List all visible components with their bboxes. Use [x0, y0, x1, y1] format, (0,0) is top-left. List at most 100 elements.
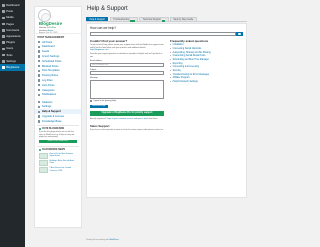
plugin-nav-label: Posting Rules — [41, 74, 58, 78]
rate-box: RATE BLOGDESIRE If you like this plugin … — [37, 125, 79, 145]
privacy-checkbox-label: I agree to the privacy policy — [93, 99, 117, 102]
statistics-icon — [38, 100, 41, 104]
open-ticket-link[interactable]: open a ticket — [138, 118, 149, 120]
plugin-nav-list-secondary: Statistics Settings Help & Support Upgrade … — [35, 100, 81, 124]
faq-label: Helpful Network Settings — [172, 81, 198, 84]
scheduled-posts-icon — [38, 60, 41, 63]
page-title: Help & Support — [87, 6, 128, 12]
wp-menu-label: Settings — [6, 59, 16, 63]
plugin-nav-label: All Posts — [41, 40, 53, 44]
rate-text: If you like this plugin please rate us w… — [39, 131, 75, 138]
chevron-right-icon: ▸ — [170, 81, 171, 84]
media-icon — [2, 16, 5, 20]
news-title[interactable]: 5 Best Sources for Curated Content in 20… — [50, 167, 78, 172]
faq-heading: Frequently asked questions — [170, 38, 209, 43]
help-support-icon — [38, 110, 41, 113]
wp-menu-label: Plugins — [6, 41, 16, 45]
plugin-nav-label: Knowledge Base — [41, 119, 62, 123]
upgrade-promo-banner[interactable]: Upgrade to BlogDesire Pro for priority s… — [90, 110, 164, 116]
email-field[interactable]: you@example.com — [90, 62, 164, 67]
news-title[interactable]: Building a Niche Site with Auto Posts — [50, 160, 78, 165]
appearance-icon — [2, 35, 5, 38]
news-item[interactable]: Building a Niche Site with Auto Posts — [39, 160, 78, 167]
contact-email-link[interactable]: help@blogdesire.com — [90, 49, 108, 51]
tab-technical-support[interactable]: Technical SupportPro — [139, 17, 169, 23]
wp-menu-label: Dashboard — [6, 4, 20, 8]
tab-help-support[interactable]: Help & Support — [86, 17, 109, 21]
wp-menu-item-blogdesire[interactable]: BlogDesire — [0, 64, 25, 71]
wp-menu-label: Posts — [6, 10, 13, 14]
faq-list: ▸ Installation ▸ Connecting Social Networks… — [170, 44, 243, 85]
tab-step-by-step-guide[interactable]: Step by Step Guide — [170, 17, 197, 21]
tab-troubleshooting[interactable]: TroubleshootingNew — [109, 17, 138, 23]
import-settings-icon — [38, 55, 41, 58]
plugin-nav-label: Scheduled Posts — [41, 59, 62, 63]
contact-text-2: Describe your support question as detail… — [90, 53, 163, 58]
plugin-nav-label: Post Templates — [41, 69, 60, 73]
privacy-checkbox[interactable] — [90, 99, 93, 103]
plugin-nav-label: Help & Support — [41, 110, 61, 114]
login-link[interactable]: Login to your customer account — [107, 118, 133, 120]
wordpress-link[interactable]: WordPress — [109, 239, 118, 241]
news-list: How to Fix the Most Common Import Errors… — [39, 152, 78, 174]
wp-menu: Dashboard Posts Media Pages Comments Appearan… — [0, 3, 25, 71]
tab-label: Step by Step Guide — [173, 19, 194, 21]
tab-label: Technical Support — [142, 19, 161, 21]
wp-menu-label: Appearance — [6, 35, 21, 39]
message-textarea[interactable] — [90, 79, 164, 99]
email-label: Email address — [90, 60, 102, 63]
privacy-checkbox-row[interactable]: I agree to the privacy policy — [90, 99, 164, 103]
sales-heading: Sales Support — [90, 124, 110, 129]
search-input[interactable] — [90, 31, 236, 36]
plugin-nav-label: Upgrade & License — [41, 115, 65, 119]
news-item[interactable]: How to Fix the Most Common Import Errors — [39, 152, 78, 159]
pages-icon — [2, 22, 5, 26]
plugin-brand: BlogDesire Version 1.6.5 Pro License: Ac… — [35, 7, 81, 34]
notifications-icon — [38, 93, 41, 97]
feeds-icon — [38, 50, 41, 53]
subject-label: Subject — [90, 68, 97, 71]
wp-menu-label: Comments — [6, 28, 20, 32]
knowledge-base-icon — [38, 120, 41, 123]
admin-footer: Thank you for creating with WordPress. — [86, 239, 120, 241]
tab-badge: Pro — [161, 20, 166, 23]
plugin-nav-label: Log Files — [41, 78, 53, 82]
rate-heading: RATE BLOGDESIRE — [42, 127, 65, 130]
subject-field[interactable] — [90, 71, 164, 76]
dashboard-icon — [38, 45, 41, 49]
news-item[interactable]: 5 Best Sources for Curated Content in 20… — [39, 167, 78, 174]
main-content: Help & Support Help & Support Troubleshoo… — [86, 6, 247, 199]
dashboard-icon — [2, 4, 5, 7]
news-box: BLOGDESIRE NEWS How to Fix the Most Comm… — [37, 146, 79, 175]
news-thumbnail — [39, 152, 48, 159]
wp-menu-label: Users — [6, 47, 14, 51]
send-message-button[interactable]: Send Message — [90, 104, 108, 109]
help-heading: How can we help? — [90, 26, 117, 31]
news-icon — [39, 149, 42, 152]
plugin-nav-label: Blocked Posts — [41, 64, 59, 68]
posting-rules-icon — [38, 74, 41, 77]
account-links: Already registered? Login to your custom… — [90, 117, 158, 120]
faq-item-helpful-network-settings[interactable]: ▸ Helpful Network Settings — [170, 81, 243, 85]
search-button[interactable] — [236, 31, 243, 36]
settings-icon — [38, 105, 41, 109]
blocked-posts-icon — [38, 64, 41, 68]
categories-icon — [38, 88, 41, 92]
tab-badge: New — [130, 20, 135, 23]
tab-label: Troubleshooting — [113, 19, 130, 21]
plugin-navigation: BlogDesire Version 1.6.5 Pro License: Ac… — [34, 6, 82, 228]
post-templates-icon — [38, 69, 41, 73]
news-heading: BLOGDESIRE NEWS — [42, 149, 66, 152]
search-icon — [238, 32, 241, 36]
sales-support: Sales Support If you have a sales questi… — [90, 124, 164, 132]
faq-section: Frequently asked questions ▸ Installation… — [170, 39, 243, 134]
news-title[interactable]: How to Fix the Most Common Import Errors — [50, 153, 78, 158]
blogdesire-icon — [2, 66, 5, 69]
plugin-nav-knowledge-base[interactable]: Knowledge Base — [35, 119, 81, 124]
wp-menu-label: Tools — [6, 53, 13, 57]
search-row — [90, 31, 243, 36]
rate-button[interactable]: Rate Us on WordPress — [39, 139, 77, 144]
contact-heading: Couldn't find your answer? — [90, 38, 128, 43]
tab-bar: Help & Support TroubleshootingNew Technica… — [86, 17, 247, 23]
plugin-nav-label: Statistics — [41, 100, 53, 104]
